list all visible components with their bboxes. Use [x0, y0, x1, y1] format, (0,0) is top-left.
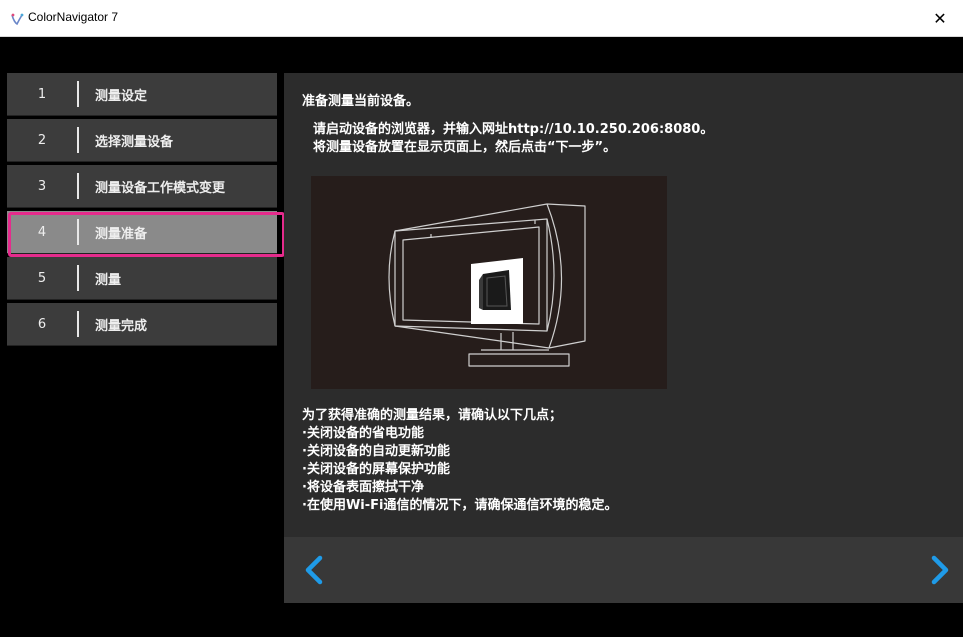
step-divider: [77, 265, 79, 291]
step-item-3[interactable]: 3 测量设备工作模式变更: [7, 165, 277, 208]
next-button[interactable]: [922, 553, 956, 587]
steps-sidebar: 1 测量设定 2 选择测量设备 3 测量设备工作模式变更 4 测量准备 5 测量…: [7, 73, 285, 349]
instruction-line: 请启动设备的浏览器，并输入网址http://10.10.250.206:8080…: [313, 122, 714, 137]
step-item-2[interactable]: 2 选择测量设备: [7, 119, 277, 162]
title-bar: ColorNavigator 7 ✕: [0, 0, 963, 37]
step-item-4-active[interactable]: 4 测量准备: [7, 211, 285, 257]
step-number: 4: [37, 224, 47, 240]
step-item-1[interactable]: 1 测量设定: [7, 73, 277, 116]
step-number: 1: [37, 86, 47, 102]
step-label: 测量完成: [95, 318, 148, 334]
step-divider: [77, 311, 79, 337]
step-divider: [77, 127, 79, 153]
page-title: 准备测量当前设备。: [302, 94, 420, 109]
instructions: 请启动设备的浏览器，并输入网址http://10.10.250.206:8080…: [313, 121, 713, 157]
close-button[interactable]: ✕: [917, 0, 963, 37]
back-button[interactable]: [298, 553, 332, 587]
main-panel: 准备测量当前设备。 请启动设备的浏览器，并输入网址http://10.10.25…: [284, 73, 963, 603]
checklist-item: ·关闭设备的自动更新功能: [302, 444, 450, 459]
step-divider: [77, 173, 79, 199]
checklist-item: ·在使用Wi-Fi通信的情况下，请确保通信环境的稳定。: [302, 498, 618, 513]
step-divider: [77, 81, 79, 107]
step-label: 测量设备工作模式变更: [95, 180, 226, 196]
step-number: 2: [37, 132, 47, 148]
checklist-item: ·关闭设备的省电功能: [302, 426, 424, 441]
checklist: 为了获得准确的测量结果，请确认以下几点； ·关闭设备的省电功能 ·关闭设备的自动…: [302, 407, 617, 515]
chevron-right-icon: [931, 555, 949, 585]
step-label: 测量准备: [95, 226, 148, 242]
step-divider: [77, 219, 79, 245]
step-number: 5: [37, 270, 47, 286]
navigation-bar: [284, 537, 963, 603]
instruction-line: 将测量设备放置在显示页面上，然后点击“下一步”。: [313, 140, 617, 155]
step-label: 选择测量设备: [95, 134, 174, 150]
step-number: 3: [37, 178, 47, 194]
window-title: ColorNavigator 7: [28, 10, 119, 24]
step-label: 测量: [95, 272, 122, 288]
app-logo-icon: [11, 13, 24, 26]
chevron-left-icon: [305, 555, 323, 585]
step-label: 测量设定: [95, 88, 148, 104]
step-item-5[interactable]: 5 测量: [7, 257, 277, 300]
checklist-item: ·将设备表面擦拭干净: [302, 480, 424, 495]
checklist-item: ·关闭设备的屏幕保护功能: [302, 462, 450, 477]
step-item-6[interactable]: 6 测量完成: [7, 303, 277, 346]
close-icon: ✕: [933, 9, 947, 28]
monitor-illustration: [311, 176, 667, 389]
step-number: 6: [37, 316, 47, 332]
monitor-with-sensor-icon: [388, 203, 586, 367]
checklist-heading: 为了获得准确的测量结果，请确认以下几点；: [302, 408, 563, 423]
